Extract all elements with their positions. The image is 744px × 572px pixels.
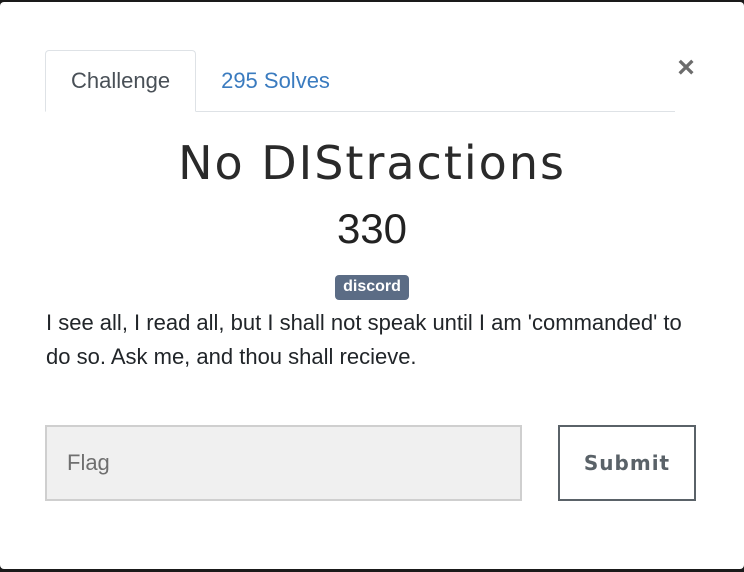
tab-solves[interactable]: 295 Solves: [196, 51, 355, 111]
challenge-title: No DIStractions: [178, 136, 566, 190]
submit-button[interactable]: Submit: [558, 425, 696, 501]
challenge-tag: discord: [335, 275, 409, 300]
tag-list: discord: [0, 275, 744, 300]
close-icon[interactable]: ×: [672, 52, 700, 84]
tab-challenge[interactable]: Challenge: [45, 50, 197, 112]
modal-tabs: Challenge 295 Solves: [45, 49, 675, 112]
challenge-description: I see all, I read all, but I shall not s…: [46, 310, 682, 369]
challenge-modal: × Challenge 295 Solves No DIStractions 3…: [0, 2, 744, 569]
challenge-points: 330: [336, 205, 408, 252]
flag-input[interactable]: [45, 425, 522, 501]
